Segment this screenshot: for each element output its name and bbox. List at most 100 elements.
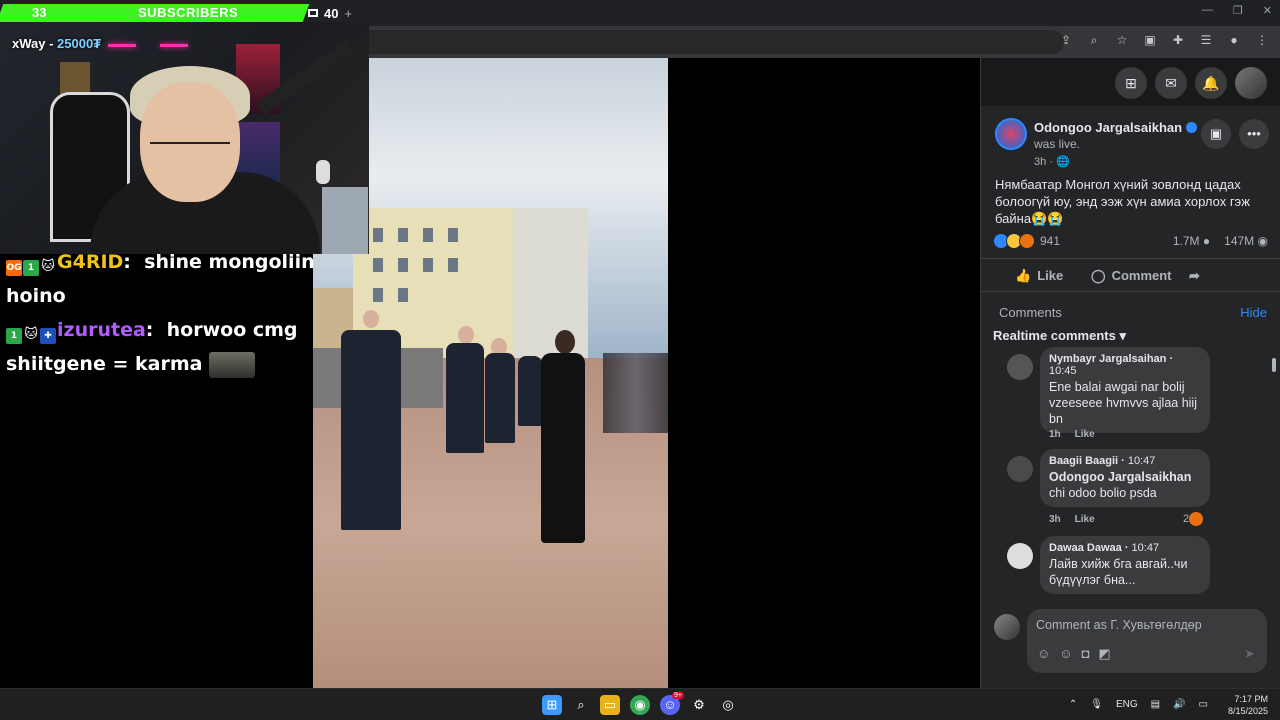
account-avatar[interactable] xyxy=(1235,67,1267,99)
language-indicator[interactable]: ENG xyxy=(1116,699,1138,710)
file-explorer-icon[interactable]: ▭ xyxy=(600,695,620,715)
comment-mention[interactable]: Odongoo Jargalsaikhan xyxy=(1049,470,1191,484)
restore-icon[interactable]: ❐ xyxy=(1233,4,1243,17)
send-icon[interactable]: ➤ xyxy=(1244,646,1255,662)
comment-body: chi odoo bolio psda xyxy=(1049,486,1157,500)
window xyxy=(398,288,408,302)
comment-text: Odongoo Jargalsaikhan chi odoo bolio psda xyxy=(1049,469,1201,501)
comment-text: Лайв хийж бга авгай..чи бүдүүлэг бна... xyxy=(1049,557,1188,587)
commenter-name[interactable]: Baagii Baagii xyxy=(1049,455,1118,467)
composer-placeholder[interactable]: Comment as Г. Хувьтөгөлдөр xyxy=(1036,618,1202,632)
subscriber-goal: 40 + xyxy=(308,4,352,22)
obs-icon[interactable]: ◎ xyxy=(718,695,738,715)
streamer-glasses xyxy=(150,142,230,162)
messenger-icon[interactable]: ✉ xyxy=(1155,67,1187,99)
microphone-icon[interactable]: 🎙 xyxy=(1090,699,1103,710)
chat-emote-icon xyxy=(209,351,256,378)
goal-icon xyxy=(308,9,318,17)
chat-separator: : xyxy=(145,319,154,341)
share-button[interactable]: ➦ xyxy=(1189,268,1206,284)
minimize-icon[interactable]: — xyxy=(1202,4,1213,17)
like-button[interactable]: 👍 Like xyxy=(1015,268,1063,284)
commenter-avatar[interactable] xyxy=(1007,543,1033,569)
post-author[interactable]: Odongoo Jargalsaikhan xyxy=(1034,120,1198,135)
woman xyxy=(541,353,585,543)
neon-light xyxy=(108,44,136,47)
cast-icon[interactable]: ⇪ xyxy=(1058,32,1074,48)
extension-badge-icon[interactable]: ▣ xyxy=(1142,32,1158,48)
officer xyxy=(446,343,484,453)
camera-icon[interactable]: ◘ xyxy=(1082,646,1090,662)
reading-list-icon[interactable]: ☰ xyxy=(1198,32,1214,48)
discord-badge: 9+ xyxy=(672,692,684,699)
subscriber-goal-value: 40 xyxy=(324,5,339,21)
post-author-name[interactable]: Odongoo Jargalsaikhan xyxy=(1034,120,1182,135)
officer xyxy=(485,353,515,443)
commenter-avatar[interactable] xyxy=(1007,354,1033,380)
comment-like-link[interactable]: Like xyxy=(1075,429,1095,440)
comment-composer[interactable]: Comment as Г. Хувьтөгөлдөр ☺ ☺ ◘ ◩ ➤ xyxy=(1027,609,1267,673)
more-options-icon[interactable]: ••• xyxy=(1239,119,1269,149)
sticker-icon[interactable]: ◩ xyxy=(1098,646,1110,662)
emoji-icon[interactable]: ☺ xyxy=(1059,646,1072,662)
realtime-comments-dropdown[interactable]: Realtime comments ▾ xyxy=(993,328,1126,344)
acoustic-panel xyxy=(322,187,368,254)
menu-grid-icon[interactable]: ⊞ xyxy=(1115,67,1147,99)
tray-expand-icon[interactable]: ⌃ xyxy=(1069,699,1077,710)
realtime-label[interactable]: Realtime comments xyxy=(993,328,1116,343)
commenter-avatar[interactable] xyxy=(1007,456,1033,482)
comment-meta: 1h Like xyxy=(1049,429,1109,440)
commenter-name[interactable]: Dawaa Dawaa xyxy=(1049,542,1122,554)
clock[interactable]: 7:17 PM 8/15/2025 xyxy=(1228,693,1268,717)
post-text: Нямбаатар Монгол хүний зовлонд цадах бол… xyxy=(995,177,1250,226)
notifications-bell-icon[interactable]: 🔔 xyxy=(1195,67,1227,99)
volume-icon[interactable]: 🔊 xyxy=(1173,699,1185,710)
steam-icon[interactable]: ⚙ xyxy=(689,695,709,715)
comment-time: 10:47 xyxy=(1131,542,1160,554)
kebab-menu-icon[interactable]: ⋮ xyxy=(1254,32,1270,48)
comment-icon: ◯ xyxy=(1091,268,1106,283)
close-icon[interactable]: ✕ xyxy=(1263,4,1272,17)
post-time-text[interactable]: 3h · xyxy=(1034,156,1053,168)
chat-separator: : xyxy=(123,251,131,273)
comment-like-link[interactable]: Like xyxy=(1075,514,1095,525)
extensions-puzzle-icon[interactable]: ✚ xyxy=(1170,32,1186,48)
bookmark-star-icon[interactable]: ☆ xyxy=(1114,32,1130,48)
windows-start-icon[interactable]: ⊞ xyxy=(542,695,562,715)
screen: — ❐ ✕ ⇪ ⌕ ☆ ▣ ✚ ☰ ● ⋮ 33 SUBSCRIBERS 40 … xyxy=(0,0,1280,720)
avatar-sticker-icon[interactable]: ☺ xyxy=(1037,646,1050,662)
chat-message: OG 1 🐱 G4RID: shine mongoliin hoino xyxy=(6,245,326,313)
cat-badge-icon: 🐱 xyxy=(41,259,55,274)
hide-comments-link[interactable]: Hide xyxy=(1240,305,1267,320)
comment-button[interactable]: ◯ Comment xyxy=(1091,268,1172,284)
window xyxy=(448,258,458,272)
window xyxy=(423,258,433,272)
reactions-summary[interactable]: 941 xyxy=(993,233,1060,249)
post-timestamp[interactable]: 3h · 🌐 xyxy=(1034,155,1070,168)
comment-time: 10:47 xyxy=(1127,455,1156,467)
comments-stat[interactable]: 1.7M ● xyxy=(1173,234,1210,248)
donation-user: xWay - xyxy=(12,36,58,51)
network-icon[interactable]: ▤ xyxy=(1151,699,1160,710)
video-building xyxy=(513,208,588,368)
comment-bubble: Nymbayr Jargalsaihan · 10:45 Ene balai a… xyxy=(1040,347,1210,433)
battery-icon[interactable]: ▭ xyxy=(1199,699,1208,710)
post-author-avatar[interactable] xyxy=(995,118,1027,150)
comment-reactions[interactable]: 2 xyxy=(1183,512,1204,526)
commenter-name[interactable]: Nymbayr Jargalsaihan xyxy=(1049,353,1166,365)
finland-flag-icon: ✚ xyxy=(40,328,56,344)
comments-count[interactable]: 1.7M xyxy=(1173,234,1200,248)
profile-icon[interactable]: ● xyxy=(1226,32,1242,48)
verified-badge-icon xyxy=(1186,122,1198,133)
clock-time: 7:17 PM xyxy=(1234,694,1268,704)
subscriber-label: SUBSCRIBERS xyxy=(138,5,239,20)
chrome-icon[interactable]: ◉ xyxy=(630,695,650,715)
comment-header: Baagii Baagii · 10:47 xyxy=(1049,455,1156,467)
comment-bubble-icon: ● xyxy=(1202,234,1211,248)
zoom-icon[interactable]: ⌕ xyxy=(1086,32,1102,48)
save-post-icon[interactable]: ▣ xyxy=(1201,119,1231,149)
browser-toolbar-icons: ⇪ ⌕ ☆ ▣ ✚ ☰ ● ⋮ xyxy=(1058,32,1270,48)
neon-light xyxy=(160,44,188,47)
comments-scrollbar[interactable] xyxy=(1272,358,1276,372)
search-icon[interactable]: ⌕ xyxy=(571,695,591,715)
